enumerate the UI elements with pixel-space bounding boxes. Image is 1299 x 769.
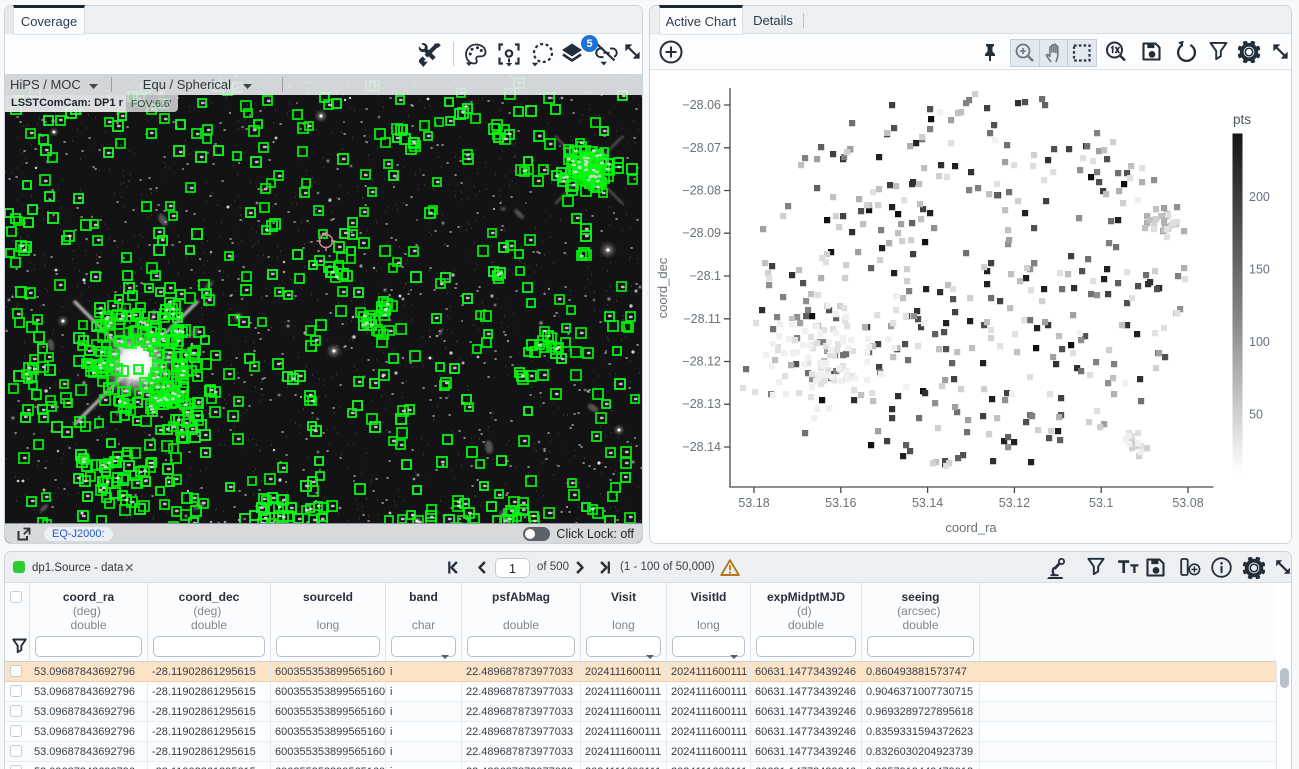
svg-text:coord_ra: coord_ra (945, 520, 997, 535)
svg-text:−28.07: −28.07 (682, 141, 721, 155)
svg-text:−28.08: −28.08 (682, 184, 721, 198)
svg-text:−28.1: −28.1 (689, 269, 721, 283)
svg-text:150: 150 (1249, 263, 1270, 277)
svg-text:53.08: 53.08 (1172, 496, 1203, 510)
svg-text:−28.06: −28.06 (682, 98, 721, 112)
svg-text:53.16: 53.16 (825, 496, 856, 510)
svg-text:53.1: 53.1 (1089, 496, 1113, 510)
svg-text:53.12: 53.12 (999, 496, 1030, 510)
svg-text:−28.14: −28.14 (682, 440, 721, 454)
svg-text:−28.12: −28.12 (682, 355, 721, 369)
svg-text:100: 100 (1249, 335, 1270, 349)
svg-text:200: 200 (1249, 190, 1270, 204)
svg-text:53.18: 53.18 (738, 496, 769, 510)
svg-text:−28.13: −28.13 (682, 397, 721, 411)
svg-text:50: 50 (1249, 408, 1263, 422)
svg-text:coord_dec: coord_dec (655, 257, 670, 318)
svg-text:pts: pts (1233, 112, 1251, 127)
svg-text:53.14: 53.14 (912, 496, 943, 510)
svg-text:−28.09: −28.09 (682, 226, 721, 240)
svg-text:−28.11: −28.11 (683, 312, 721, 326)
